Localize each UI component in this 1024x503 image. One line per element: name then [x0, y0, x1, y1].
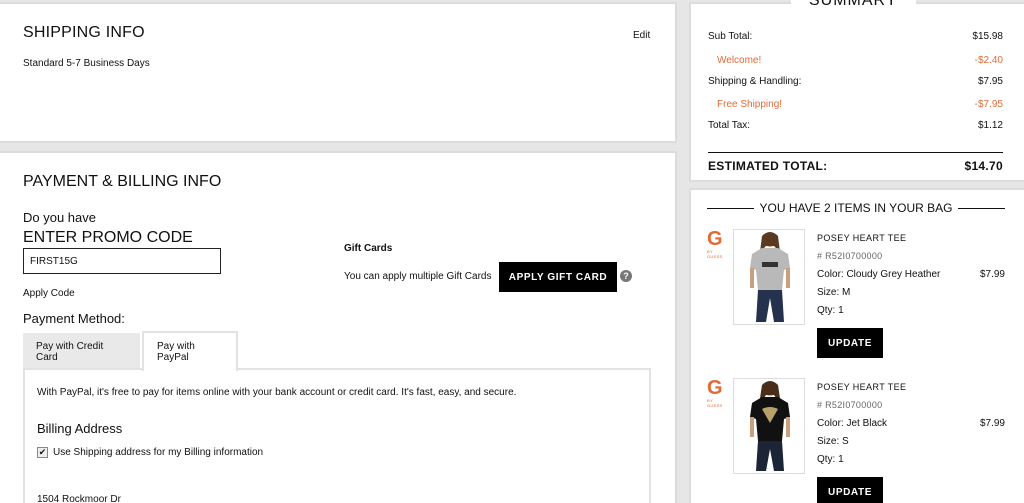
payment-billing-panel: PAYMENT & BILLING INFO Do you have ENTER… — [0, 151, 677, 503]
estimated-total-label: ESTIMATED TOTAL: — [708, 159, 828, 173]
brand-logo: G BY GUESS — [707, 229, 729, 261]
promo-code-input[interactable] — [23, 248, 221, 274]
product-color: Color: Jet Black — [817, 418, 888, 429]
update-button[interactable]: UPDATE — [817, 328, 883, 358]
brand-logo-sub: BY GUESS — [707, 398, 723, 408]
summary-row-value: -$2.40 — [974, 55, 1003, 66]
brand-logo-letter: G — [707, 377, 723, 399]
product-size: Size: S — [817, 436, 849, 447]
promo-lead-text: Do you have — [23, 210, 96, 225]
summary-title: SUMMARY — [791, 0, 916, 10]
bag-item: G BY GUESS POSEY HEART TEE # R52I0700000… — [707, 378, 1005, 503]
product-sku: # R52I0700000 — [817, 251, 883, 261]
summary-row-subtotal: Sub Total: $15.98 — [708, 31, 1003, 42]
summary-row-tax: Total Tax: $1.12 — [708, 120, 1003, 131]
shipping-method: Standard 5-7 Business Days — [23, 58, 150, 69]
summary-row-label: Sub Total: — [708, 31, 753, 42]
product-name[interactable]: POSEY HEART TEE — [817, 233, 906, 243]
product-image[interactable] — [733, 378, 805, 474]
payment-title: PAYMENT & BILLING INFO — [23, 173, 222, 190]
apply-code-link[interactable]: Apply Code — [23, 288, 75, 299]
brand-logo-sub: BY GUESS — [707, 249, 723, 259]
summary-row-label: Welcome! — [717, 55, 762, 66]
shipping-title: SHIPPING INFO — [23, 24, 145, 41]
heading-rule — [958, 207, 1005, 209]
promo-heading: ENTER PROMO CODE — [23, 229, 193, 246]
heading-rule — [707, 207, 754, 209]
product-color: Color: Cloudy Grey Heather — [817, 269, 941, 280]
bag-panel: YOU HAVE 2 ITEMS IN YOUR BAG G BY GUESS … — [689, 188, 1024, 503]
payment-method-label: Payment Method: — [23, 311, 125, 326]
grey-tee-image — [750, 232, 790, 322]
summary-row-label: Shipping & Handling: — [708, 76, 802, 87]
bag-heading-text: YOU HAVE 2 ITEMS IN YOUR BAG — [759, 201, 953, 215]
product-size: Size: M — [817, 287, 851, 298]
help-icon[interactable]: ? — [620, 270, 632, 282]
summary-divider — [708, 152, 1003, 153]
use-shipping-label[interactable]: Use Shipping address for my Billing info… — [53, 447, 263, 458]
update-button[interactable]: UPDATE — [817, 477, 883, 503]
use-shipping-checkbox[interactable]: ✔ — [37, 447, 48, 458]
apply-gift-card-button[interactable]: APPLY GIFT CARD — [499, 262, 617, 292]
product-price: $7.99 — [979, 418, 1005, 429]
summary-row-label: Free Shipping! — [717, 99, 783, 110]
gift-cards-title: Gift Cards — [344, 243, 393, 254]
estimated-total-value: $14.70 — [964, 159, 1003, 173]
bag-item: G BY GUESS POSEY HEART TEE # R52I0700000… — [707, 229, 1005, 369]
tab-credit-card[interactable]: Pay with Credit Card — [23, 333, 140, 371]
tab-paypal[interactable]: Pay with PayPal — [142, 331, 238, 371]
brand-logo-letter: G — [707, 228, 723, 250]
paypal-description: With PayPal, it's free to pay for items … — [37, 387, 517, 398]
summary-row-shipping: Shipping & Handling: $7.95 — [708, 76, 1003, 87]
summary-row-value: -$7.95 — [974, 99, 1003, 110]
summary-row-value: $7.95 — [977, 76, 1003, 87]
summary-row-value: $1.12 — [977, 120, 1003, 131]
summary-row-value: $15.98 — [972, 31, 1003, 42]
gift-cards-text: You can apply multiple Gift Cards — [344, 271, 492, 282]
bag-heading: YOU HAVE 2 ITEMS IN YOUR BAG — [707, 200, 1005, 216]
product-sku: # R52I0700000 — [817, 400, 883, 410]
shipping-info-panel: SHIPPING INFO Edit Standard 5-7 Business… — [0, 2, 677, 143]
billing-address-line: 1504 Rockmoor Dr — [37, 494, 121, 503]
paypal-tab-content: With PayPal, it's free to pay for items … — [23, 368, 651, 503]
black-tee-image — [750, 381, 790, 471]
product-image[interactable] — [733, 229, 805, 325]
summary-row-label: Total Tax: — [708, 120, 751, 131]
product-qty: Qty: 1 — [817, 305, 844, 316]
brand-logo: G BY GUESS — [707, 378, 729, 410]
product-price: $7.99 — [979, 269, 1005, 280]
order-summary-panel: SUMMARY Sub Total: $15.98 Welcome! -$2.4… — [689, 0, 1024, 182]
summary-row-free-shipping: Free Shipping! -$7.95 — [717, 99, 1003, 110]
summary-row-welcome: Welcome! -$2.40 — [717, 55, 1003, 66]
shipping-edit-link[interactable]: Edit — [633, 30, 650, 41]
product-qty: Qty: 1 — [817, 454, 844, 465]
product-name[interactable]: POSEY HEART TEE — [817, 382, 906, 392]
billing-address-title: Billing Address — [37, 421, 123, 436]
estimated-total-row: ESTIMATED TOTAL: $14.70 — [708, 159, 1003, 173]
